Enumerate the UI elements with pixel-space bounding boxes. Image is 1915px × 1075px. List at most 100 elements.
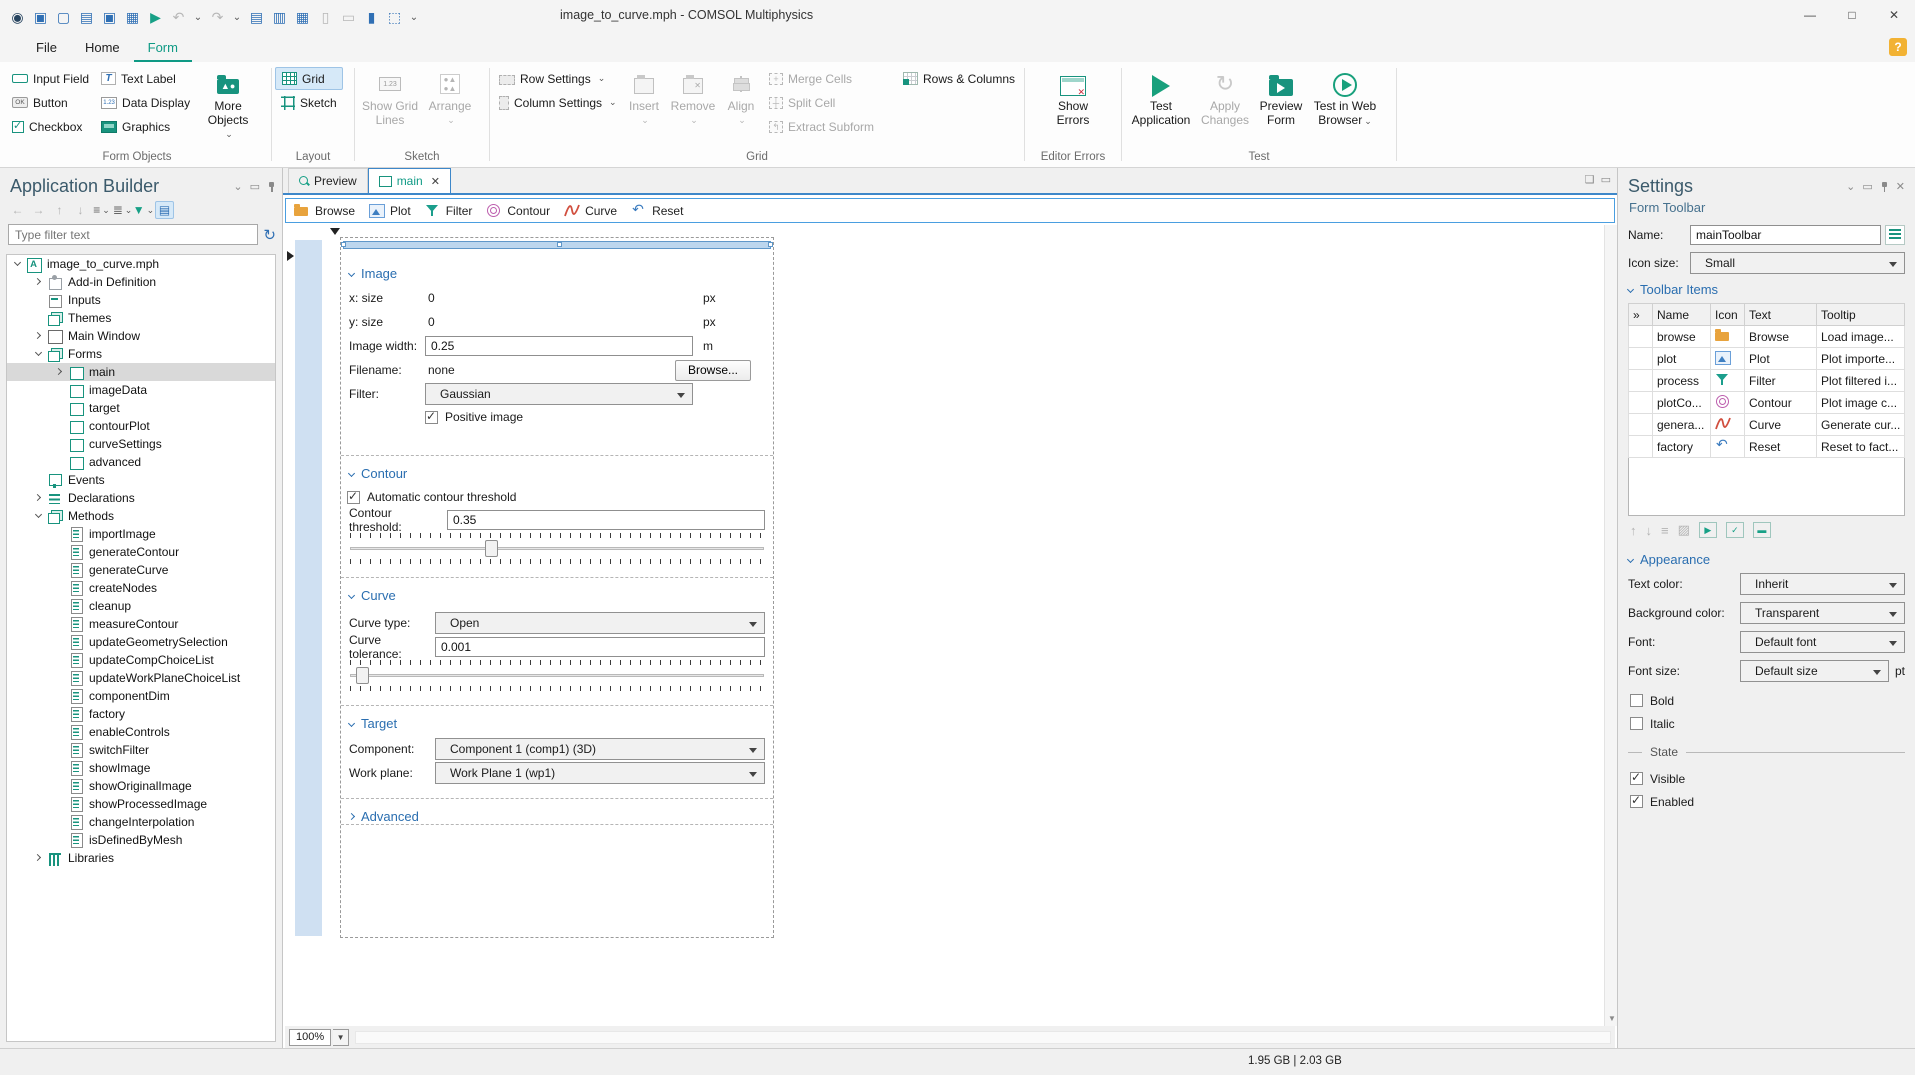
tree-item-Forms[interactable]: Forms: [7, 345, 275, 363]
move-down-icon[interactable]: ↓: [1646, 523, 1653, 538]
work-plane-dropdown[interactable]: Work Plane 1 (wp1): [435, 762, 765, 784]
tree-item-advanced[interactable]: advanced: [7, 453, 275, 471]
tree-item-Add-in Definition[interactable]: Add-in Definition: [7, 273, 275, 291]
form-grid[interactable]: Image x: size 0 px y: size 0 px Image width:…: [340, 237, 774, 938]
toolbar-item-row-curve[interactable]: genera... Curve Generate cur...: [1628, 413, 1905, 436]
insert-button[interactable]: Insert ⌄: [621, 66, 667, 130]
undo-icon[interactable]: [169, 8, 188, 27]
curve-tolerance-slider[interactable]: [350, 667, 764, 684]
move-up-icon[interactable]: [50, 201, 69, 219]
curve-toolbar-button[interactable]: Curve: [564, 203, 617, 218]
select-region-icon[interactable]: [385, 8, 404, 27]
qat-overflow-icon[interactable]: [408, 8, 420, 27]
selection-handle[interactable]: [768, 242, 773, 247]
plot-toolbar-button[interactable]: Plot: [369, 203, 411, 218]
application-icon[interactable]: [31, 8, 50, 27]
text-label-button[interactable]: T Text Label: [95, 67, 196, 90]
browse-toolbar-button[interactable]: Browse: [294, 203, 355, 218]
tree-item-generateContour[interactable]: generateContour: [7, 543, 275, 561]
background-color-dropdown[interactable]: Transparent: [1740, 602, 1905, 624]
tree-item-updateGeometrySelection[interactable]: updateGeometrySelection: [7, 633, 275, 651]
target-section-header[interactable]: Target: [347, 712, 767, 734]
tree-item-updateCompChoiceList[interactable]: updateCompChoiceList: [7, 651, 275, 669]
tree-item-image_to_curve.mph[interactable]: image_to_curve.mph: [7, 255, 275, 273]
preview-document-icon[interactable]: [247, 8, 266, 27]
advanced-section-header[interactable]: Advanced: [347, 805, 767, 827]
tree-item-cleanup[interactable]: cleanup: [7, 597, 275, 615]
curve-section-header[interactable]: Curve: [347, 584, 767, 606]
column-marker-icon[interactable]: [330, 228, 340, 235]
toolbar-item-row-reset[interactable]: factoryResetReset to fact...: [1628, 435, 1905, 458]
image-section-header[interactable]: Image: [347, 262, 767, 284]
font-size-dropdown[interactable]: Default size: [1740, 660, 1889, 682]
zoom-dropdown-icon[interactable]: ▼: [333, 1028, 350, 1046]
refresh-icon[interactable]: ↻: [263, 226, 276, 244]
panel-float-icon[interactable]: ▭: [1862, 180, 1872, 193]
toolbar-item-row-plot[interactable]: plot Plot Plot importe...: [1628, 347, 1905, 370]
font-dropdown[interactable]: Default font: [1740, 631, 1905, 653]
contour-section-header[interactable]: Contour: [347, 462, 767, 484]
filter-icon[interactable]: ⌄: [134, 201, 155, 219]
tab-file[interactable]: File: [22, 35, 71, 62]
input-field-button[interactable]: Input Field: [6, 67, 95, 90]
icon-size-dropdown[interactable]: Small: [1690, 252, 1905, 274]
tree-item-createNodes[interactable]: createNodes: [7, 579, 275, 597]
toolbar-name-input[interactable]: [1690, 225, 1881, 245]
tree-item-showImage[interactable]: showImage: [7, 759, 275, 777]
back-icon[interactable]: [8, 201, 27, 219]
save-icon[interactable]: [100, 8, 119, 27]
scroll-down-icon[interactable]: ▼: [1608, 1014, 1616, 1023]
tree-item-Inputs[interactable]: Inputs: [7, 291, 275, 309]
tree-item-Declarations[interactable]: Declarations: [7, 489, 275, 507]
browse-file-button[interactable]: Browse...: [674, 359, 751, 381]
tree-item-target[interactable]: target: [7, 399, 275, 417]
tree-item-Methods[interactable]: Methods: [7, 507, 275, 525]
zoom-level-select[interactable]: 100%: [289, 1028, 332, 1046]
curve-type-dropdown[interactable]: Open: [435, 612, 765, 634]
compile-document-icon[interactable]: [270, 8, 289, 27]
redo-icon[interactable]: [208, 8, 227, 27]
tree-item-showProcessedImage[interactable]: showProcessedImage: [7, 795, 275, 813]
column-header-icon[interactable]: Icon: [1710, 303, 1745, 326]
text-color-dropdown[interactable]: Inherit: [1740, 573, 1905, 595]
column-header-text[interactable]: Text: [1744, 303, 1817, 326]
tree-item-importImage[interactable]: importImage: [7, 525, 275, 543]
comsol-logo-icon[interactable]: [8, 8, 27, 27]
help-button[interactable]: ?: [1889, 38, 1907, 56]
panel-close-icon[interactable]: ✕: [1896, 180, 1905, 193]
minimize-button[interactable]: —: [1789, 0, 1831, 30]
apply-changes-button[interactable]: ↻ Apply Changes: [1197, 66, 1253, 130]
tree-item-Main Window[interactable]: Main Window: [7, 327, 275, 345]
delete-item-icon[interactable]: ≡: [1661, 523, 1669, 538]
test-in-web-browser-button[interactable]: Test in Web Browser ⌄: [1309, 66, 1381, 131]
tree-item-changeInterpolation[interactable]: changeInterpolation: [7, 813, 275, 831]
paste-icon[interactable]: [316, 8, 335, 27]
contour-threshold-input[interactable]: [447, 509, 765, 530]
tree-item-switchFilter[interactable]: switchFilter: [7, 741, 275, 759]
tree-item-curveSettings[interactable]: curveSettings: [7, 435, 275, 453]
delete-icon[interactable]: [362, 8, 381, 27]
tree-item-componentDim[interactable]: componentDim: [7, 687, 275, 705]
row-marker-icon[interactable]: [287, 251, 294, 261]
edit-name-icon[interactable]: [1885, 225, 1905, 245]
show-grid-lines-button[interactable]: 1.23 Show Grid Lines: [358, 66, 422, 130]
show-errors-button[interactable]: Show Errors: [1041, 66, 1105, 130]
add-button-icon[interactable]: ▶: [1698, 522, 1717, 538]
sketch-mode-button[interactable]: Sketch: [275, 91, 343, 114]
duplicate-icon[interactable]: [339, 8, 358, 27]
tree-item-Libraries[interactable]: Libraries: [7, 849, 275, 867]
positive-image-checkbox[interactable]: [425, 409, 438, 424]
curve-tolerance-input[interactable]: [435, 636, 765, 657]
reset-toolbar-button[interactable]: Reset: [631, 201, 683, 218]
show-in-model-builder-icon[interactable]: [155, 201, 174, 219]
data-display-button[interactable]: 1.23 Data Display: [95, 91, 196, 114]
tree-item-enableControls[interactable]: enableControls: [7, 723, 275, 741]
tree-filter-input[interactable]: [8, 224, 259, 245]
close-button[interactable]: ✕: [1873, 0, 1915, 30]
selection-handle[interactable]: [557, 242, 562, 247]
save-as-icon[interactable]: [123, 8, 142, 27]
tree-item-factory[interactable]: factory: [7, 705, 275, 723]
enabled-checkbox[interactable]: [1630, 793, 1643, 808]
align-button[interactable]: Align ⌄: [719, 66, 763, 130]
toolbar-item-row-contour[interactable]: plotCo... Contour Plot image c...: [1628, 391, 1905, 414]
